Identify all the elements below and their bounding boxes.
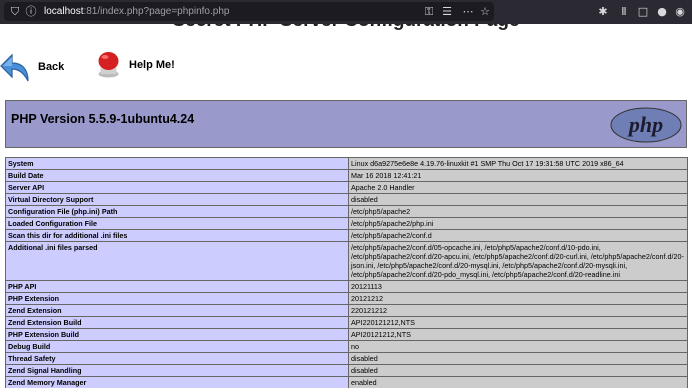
- row-value: disabled: [348, 364, 688, 377]
- php-version-header: PHP Version 5.5.9-1ubuntu4.24 php: [5, 100, 687, 148]
- row-value: no: [348, 340, 688, 353]
- row-key: Server API: [5, 181, 349, 194]
- url-path: :81/index.php?page=phpinfo.php: [83, 6, 230, 17]
- table-row: Build Date Mar 16 2018 12:41:21: [5, 169, 688, 182]
- row-key: PHP API: [5, 280, 349, 293]
- sidebar-icon[interactable]: □: [636, 3, 650, 20]
- table-row: Zend Memory Manager enabled: [5, 376, 688, 388]
- php-logo: php: [610, 107, 682, 143]
- row-key: Zend Extension: [5, 304, 349, 317]
- row-key: Virtual Directory Support: [5, 193, 349, 206]
- table-row: Debug Build no: [5, 340, 688, 353]
- row-value: /etc/php5/apache2/conf.d: [348, 229, 688, 242]
- reader-icon[interactable]: ☰: [440, 3, 454, 20]
- back-arrow-icon: [0, 53, 29, 82]
- row-value: disabled: [348, 352, 688, 365]
- row-key: Configuration File (php.ini) Path: [5, 205, 349, 218]
- row-value: /etc/php5/apache2/conf.d/05-opcache.ini,…: [348, 241, 688, 281]
- row-value: /etc/php5/apache2: [348, 205, 688, 218]
- address-bar[interactable]: ⛉ ⓘ localhost:81/index.php?page=phpinfo.…: [4, 2, 494, 21]
- row-key: Additional .ini files parsed: [5, 241, 349, 281]
- row-key: Zend Signal Handling: [5, 364, 349, 377]
- table-row: Configuration File (php.ini) Path/etc/ph…: [5, 205, 688, 218]
- more-icon[interactable]: ⋯: [460, 3, 476, 20]
- row-key: System: [5, 157, 349, 170]
- page-content: Secret PHP Server Configuration Page Bac…: [0, 24, 692, 388]
- row-key: Zend Extension Build: [5, 316, 349, 329]
- php-info-body: System Linux d6a9275e6e8e 4.19.76-linuxki…: [5, 157, 688, 388]
- table-row: PHP Extension 20121212: [5, 292, 688, 305]
- table-row: Thread Safety disabled: [5, 352, 688, 365]
- back-label: Back: [38, 61, 65, 73]
- table-row: Zend Extension 220121212: [5, 304, 688, 317]
- row-value: 20121113: [348, 280, 688, 293]
- table-row: Virtual Directory Support disabled: [5, 193, 688, 206]
- row-key: Zend Memory Manager: [5, 376, 349, 388]
- row-key: Loaded Configuration File: [5, 217, 349, 230]
- row-key: PHP Extension Build: [5, 328, 349, 341]
- row-value: /etc/php5/apache2/php.ini: [348, 217, 688, 230]
- info-icon[interactable]: ⓘ: [24, 3, 38, 20]
- table-row: Loaded Configuration File/etc/php5/apach…: [5, 217, 688, 230]
- table-row: Zend Signal Handling disabled: [5, 364, 688, 377]
- page-title: Secret PHP Server Configuration Page: [0, 24, 692, 32]
- shield-icon[interactable]: ⛉: [8, 3, 22, 20]
- help-button[interactable]: Help Me!: [96, 51, 175, 78]
- row-key: Thread Safety: [5, 352, 349, 365]
- row-key: Scan this dir for additional .ini files: [5, 229, 349, 242]
- table-row: Scan this dir for additional .ini files /…: [5, 229, 688, 242]
- url-host: localhost: [44, 6, 84, 17]
- table-row: Zend Extension Build API220121212,NTS: [5, 316, 688, 329]
- table-row: Additional .ini files parsed/etc/php5/ap…: [5, 241, 688, 281]
- row-key: Debug Build: [5, 340, 349, 353]
- row-value: Apache 2.0 Handler: [348, 181, 688, 194]
- row-value: enabled: [348, 376, 688, 388]
- row-value: 220121212: [348, 304, 688, 317]
- table-row: PHP API 20121113: [5, 280, 688, 293]
- extensions-icon[interactable]: ✱: [596, 3, 610, 20]
- row-value: Linux d6a9275e6e8e 4.19.76-linuxkit #1 S…: [348, 157, 688, 170]
- browser-toolbar: ⛉ ⓘ localhost:81/index.php?page=phpinfo.…: [0, 0, 692, 24]
- php-logo-text: php: [627, 112, 663, 137]
- php-info-table: System Linux d6a9275e6e8e 4.19.76-linuxki…: [5, 157, 688, 388]
- table-row: PHP Extension Build API20121212,NTS: [5, 328, 688, 341]
- row-value: disabled: [348, 193, 688, 206]
- help-label: Help Me!: [129, 58, 175, 71]
- star-icon[interactable]: ☆: [478, 3, 492, 20]
- firefox-icon[interactable]: ●: [655, 3, 669, 20]
- table-row: Server API Apache 2.0 Handler: [5, 181, 688, 194]
- url-text[interactable]: localhost:81/index.php?page=phpinfo.php: [44, 2, 229, 21]
- table-row: System Linux d6a9275e6e8e 4.19.76-linuxki…: [5, 157, 688, 170]
- row-key: Build Date: [5, 169, 349, 182]
- row-value: 20121212: [348, 292, 688, 305]
- account-icon[interactable]: ◉: [673, 3, 687, 20]
- row-key: PHP Extension: [5, 292, 349, 305]
- library-icon[interactable]: Ⅱ: [617, 3, 631, 20]
- key-icon[interactable]: ⚿: [422, 3, 436, 20]
- back-button[interactable]: Back: [0, 51, 64, 83]
- row-value: Mar 16 2018 12:41:21: [348, 169, 688, 182]
- help-icon: [98, 52, 119, 78]
- row-value: API220121212,NTS: [348, 316, 688, 329]
- php-version-text: PHP Version 5.5.9-1ubuntu4.24: [11, 112, 195, 126]
- row-value: API20121212,NTS: [348, 328, 688, 341]
